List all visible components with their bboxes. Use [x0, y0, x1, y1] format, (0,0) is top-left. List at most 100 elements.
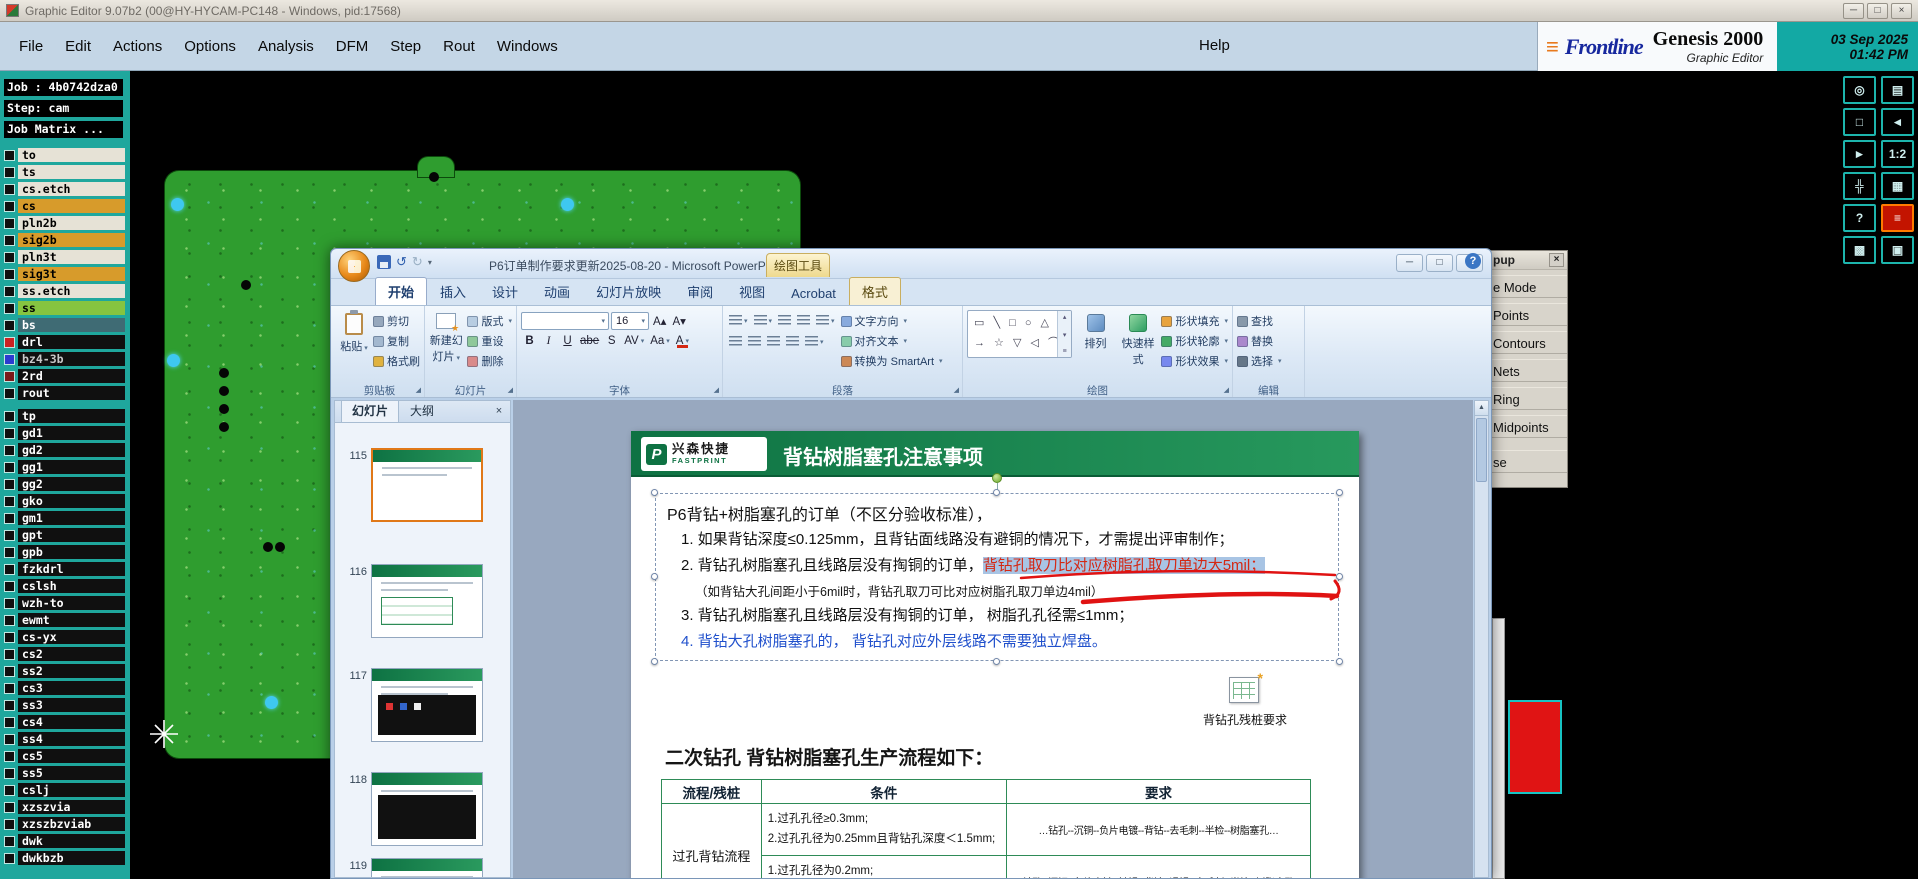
layer-item-cs5[interactable]: cs5 [18, 749, 125, 763]
rotation-handle[interactable] [992, 473, 1002, 483]
ppt-tab-6[interactable]: 审阅 [674, 277, 726, 305]
numbering-button[interactable]: ▾ [752, 312, 775, 329]
slide-thumbnail-119[interactable]: 119 [343, 858, 483, 877]
new-slide-button[interactable]: 新建幻灯片▾ [429, 310, 463, 364]
drawing-dialog-launcher[interactable]: ◢ [1224, 386, 1229, 394]
layer-indicator-bz4-3b[interactable] [4, 353, 15, 365]
strikethrough-button[interactable]: abe [578, 332, 601, 349]
active-tool-icon[interactable]: ▣ [1881, 236, 1914, 264]
layer-indicator-cs4[interactable] [4, 716, 15, 728]
menu-options[interactable]: Options [173, 33, 247, 60]
grid-icon[interactable]: ▩ [1843, 236, 1876, 264]
scrollbar-thumb[interactable] [1476, 418, 1487, 482]
cut-button[interactable]: 剪切 [373, 313, 420, 329]
clipboard-dialog-launcher[interactable]: ◢ [416, 386, 421, 394]
layer-indicator-gko[interactable] [4, 495, 15, 507]
layer-item-ewmt[interactable]: ewmt [18, 613, 125, 627]
layer-item-cs-yx[interactable]: cs-yx [18, 630, 125, 644]
layer-item-ss5[interactable]: ss5 [18, 766, 125, 780]
delete-slide-button[interactable]: 删除 [467, 353, 512, 369]
italic-button[interactable]: I [540, 332, 557, 349]
format-painter-button[interactable]: 格式刷 [373, 353, 420, 369]
minimize-button[interactable]: ─ [1843, 2, 1864, 19]
shapes-gallery-scroll[interactable]: ▴ ▾ ≡ [1057, 311, 1072, 357]
font-size-combo[interactable]: 16 ▾ [611, 312, 649, 330]
layer-item-gg2[interactable]: gg2 [18, 477, 125, 491]
columns-button[interactable]: ▾ [803, 333, 826, 350]
layer-item-cs4[interactable]: cs4 [18, 715, 125, 729]
underline-button[interactable]: U [559, 332, 576, 349]
menu-dfm[interactable]: DFM [325, 33, 380, 60]
qat-dropdown-icon[interactable]: ▾ [428, 258, 432, 267]
layer-indicator-fzkdrl[interactable] [4, 563, 15, 575]
layer-indicator-to[interactable] [4, 149, 15, 161]
scale-1-2-icon[interactable]: 1:2 [1881, 140, 1914, 168]
layer-indicator-drl[interactable] [4, 336, 15, 348]
shape-effects-button[interactable]: 形状效果 ▾ [1161, 353, 1228, 369]
menu-windows[interactable]: Windows [486, 33, 569, 60]
save-icon[interactable] [377, 255, 391, 269]
resize-handle[interactable] [993, 658, 1000, 665]
panel-tab-1[interactable]: 幻灯片 [341, 401, 400, 422]
layer-item-xzszbzviab[interactable]: xzszbzviab [18, 817, 125, 831]
ppt-tab-8[interactable]: Acrobat [778, 281, 849, 305]
layer-indicator-dwk[interactable] [4, 835, 15, 847]
slides-dialog-launcher[interactable]: ◢ [508, 386, 513, 394]
shapes-gallery[interactable]: ▭ ╲ □ ○ △ ◇ → ☆ ▽ ◁ ⌒ ▴ ▾ ≡ [967, 310, 1073, 358]
bold-button[interactable]: B [521, 332, 538, 349]
layer-indicator-pln2b[interactable] [4, 217, 15, 229]
layer-item-pln3t[interactable]: pln3t [18, 250, 125, 264]
layer-item-ss.etch[interactable]: ss.etch [18, 284, 125, 298]
layout-button[interactable]: 版式 ▾ [467, 313, 512, 329]
font-name-combo[interactable]: ▾ [521, 312, 609, 330]
text-shadow-button[interactable]: S [603, 332, 620, 349]
copy-button[interactable]: 复制 [373, 333, 420, 349]
crosshair-icon[interactable]: ╬ [1843, 172, 1876, 200]
layer-indicator-tp[interactable] [4, 410, 15, 422]
layer-indicator-gpt[interactable] [4, 529, 15, 541]
job-matrix-button[interactable]: Job Matrix ... [4, 121, 123, 138]
ppt-tab-5[interactable]: 幻灯片放映 [583, 277, 674, 305]
layer-indicator-sig3t[interactable] [4, 268, 15, 280]
step-label[interactable]: Step: cam [4, 100, 123, 117]
layer-item-cslj[interactable]: cslj [18, 783, 125, 797]
ppt-tab-3[interactable]: 设计 [479, 277, 531, 305]
embedded-excel-icon[interactable] [1229, 670, 1263, 703]
layer-indicator-sig2b[interactable] [4, 234, 15, 246]
zoom-icon[interactable]: ◎ [1843, 76, 1876, 104]
slide-thumbnail-115[interactable]: 115 [343, 448, 483, 522]
layer-indicator-bs[interactable] [4, 319, 15, 331]
layer-indicator-cs5[interactable] [4, 750, 15, 762]
undo-icon[interactable]: ↺ [396, 255, 407, 269]
layer-item-dwkbzb[interactable]: dwkbzb [18, 851, 125, 865]
layer-item-sig2b[interactable]: sig2b [18, 233, 125, 247]
reset-button[interactable]: 重设 [467, 333, 512, 349]
quick-styles-button[interactable]: 快速样式 [1119, 310, 1158, 367]
shape-outline-button[interactable]: 形状轮廓 ▾ [1161, 333, 1228, 349]
layer-indicator-dwkbzb[interactable] [4, 852, 15, 864]
increase-indent-button[interactable] [795, 312, 812, 329]
resize-handle[interactable] [651, 489, 658, 496]
layer-item-sig3t[interactable]: sig3t [18, 267, 125, 281]
resize-handle[interactable] [651, 573, 658, 580]
layer-indicator-xzszbzviab[interactable] [4, 818, 15, 830]
layer-item-ss3[interactable]: ss3 [18, 698, 125, 712]
resize-handle[interactable] [993, 489, 1000, 496]
layer-indicator-ss[interactable] [4, 302, 15, 314]
layer-indicator-ss5[interactable] [4, 767, 15, 779]
ppt-tab-7[interactable]: 视图 [726, 277, 778, 305]
layer-indicator-cs-yx[interactable] [4, 631, 15, 643]
popup-close-icon[interactable]: × [1549, 253, 1564, 267]
character-spacing-button[interactable]: AV ▾ [622, 332, 646, 349]
monitor-icon[interactable]: □ [1843, 108, 1876, 136]
layer-item-ss2[interactable]: ss2 [18, 664, 125, 678]
ppt-tab-1[interactable]: 开始 [375, 277, 428, 305]
layer-indicator-wzh-to[interactable] [4, 597, 15, 609]
panel-close-icon[interactable]: × [492, 405, 506, 417]
scroll-up-icon[interactable]: ▲ [1475, 401, 1488, 416]
ppt-tab-9[interactable]: 格式 [848, 277, 901, 305]
replace-button[interactable]: 替换 [1237, 333, 1300, 349]
text-direction-button[interactable]: 文字方向 ▾ [840, 313, 943, 329]
layer-item-gg1[interactable]: gg1 [18, 460, 125, 474]
slide-thumbnail-118[interactable]: 118 [343, 772, 483, 846]
